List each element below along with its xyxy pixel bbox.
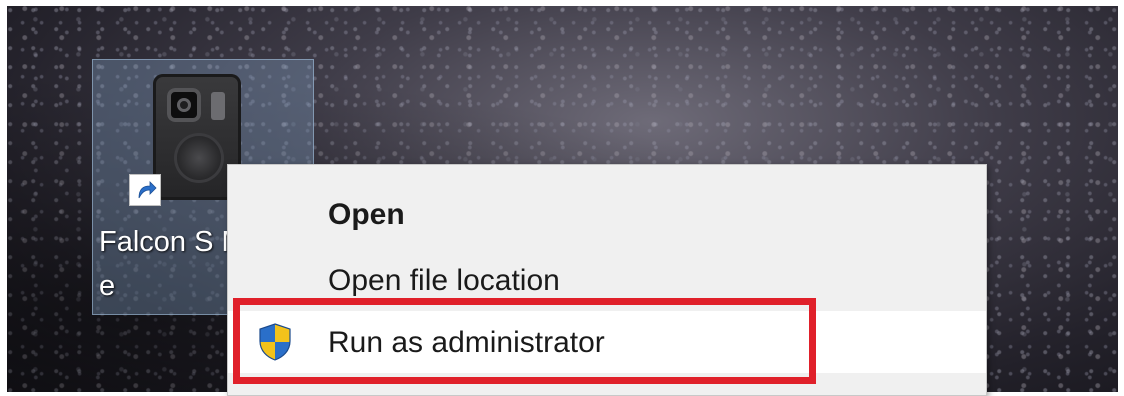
camera-lens bbox=[167, 88, 201, 122]
camera-sensor bbox=[211, 92, 225, 120]
menu-item-open-file-location[interactable]: Open file location bbox=[228, 249, 986, 313]
menu-item-run-as-administrator[interactable]: Run as administrator bbox=[228, 311, 986, 373]
uac-shield-icon bbox=[259, 323, 291, 361]
menu-item-label: Open bbox=[328, 198, 405, 231]
menu-item-label: Run as administrator bbox=[328, 326, 605, 359]
menu-item-label: Open file location bbox=[328, 264, 560, 297]
shortcut-arrow-icon bbox=[129, 174, 161, 206]
screenshot-frame: Falcon S Manage Open Open file location … bbox=[0, 0, 1124, 396]
camera-dial bbox=[177, 136, 221, 180]
menu-item-open[interactable]: Open bbox=[228, 183, 986, 247]
context-menu: Open Open file location Run as administr… bbox=[227, 164, 987, 396]
